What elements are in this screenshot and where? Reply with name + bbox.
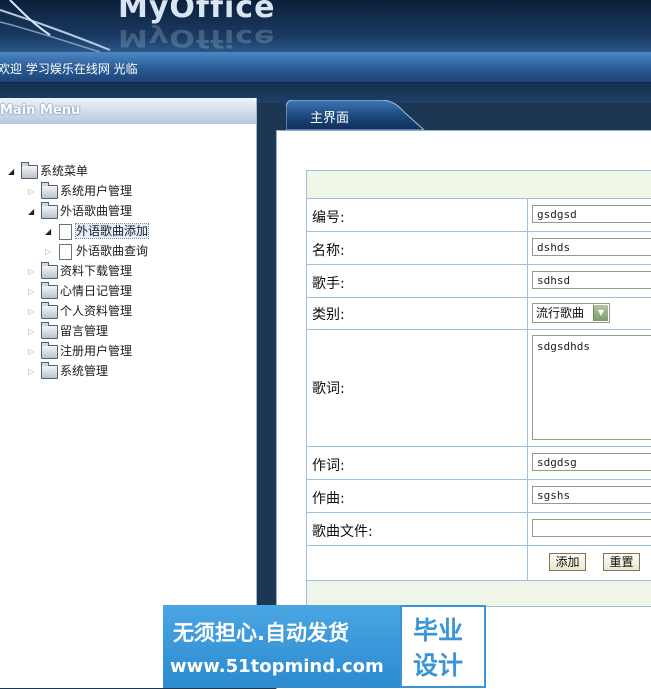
watermark-brand-line1: 毕业	[413, 616, 464, 645]
folder-icon	[41, 341, 58, 359]
tree-root[interactable]: ◢ 系统菜单	[8, 161, 88, 181]
expand-arrow-icon[interactable]: ▷	[45, 243, 53, 261]
number-label: 编号:	[312, 210, 345, 226]
number-input[interactable]: gsdgsd	[532, 205, 651, 223]
singer-label: 歌手:	[312, 276, 345, 292]
chevron-down-icon[interactable]: ▼	[593, 305, 608, 321]
watermark-slogan: 无须担心.自动发货	[173, 621, 349, 645]
folder-icon	[41, 281, 58, 299]
form-footer-strip	[307, 580, 651, 606]
lyricist-input[interactable]: sdgdsg	[532, 453, 651, 471]
file-label: 歌曲文件:	[312, 524, 373, 540]
folder-icon	[41, 201, 58, 219]
app-logo: MyOffice	[118, 0, 276, 25]
lyrics-textarea[interactable]: sdgsdhds	[532, 335, 651, 440]
category-label: 类别:	[312, 307, 345, 323]
sidebar-item-system-users[interactable]: ▷ 系统用户管理	[28, 181, 132, 201]
category-select[interactable]: 流行歌曲 ▼	[532, 303, 610, 323]
collapse-arrow-icon[interactable]: ◢	[45, 223, 53, 241]
folder-icon	[41, 321, 58, 339]
app-header: MyOffice MyOffice	[0, 0, 651, 52]
expand-arrow-icon[interactable]: ▷	[28, 183, 36, 201]
name-label: 名称:	[312, 243, 345, 259]
sidebar: Main Menu ◢ 系统菜单 ▷ 系统用户管理 ◢ 外语歌曲管理 ◢ 外语歌曲添加 …	[0, 98, 257, 688]
watermark-brand-line2: 设计	[413, 651, 464, 680]
collapse-arrow-icon[interactable]: ◢	[28, 203, 36, 221]
lyricist-label: 作词:	[312, 458, 345, 474]
app-logo-reflection: MyOffice	[118, 23, 276, 52]
expand-arrow-icon[interactable]: ▷	[28, 323, 36, 341]
expand-arrow-icon[interactable]: ▷	[28, 343, 36, 361]
collapse-arrow-icon[interactable]: ◢	[8, 163, 16, 181]
sidebar-item-foreign-songs[interactable]: ◢ 外语歌曲管理	[28, 201, 132, 221]
name-input[interactable]: dshds	[532, 238, 651, 256]
sidebar-item-diary[interactable]: ▷ 心情日记管理	[28, 281, 132, 301]
folder-icon	[41, 301, 58, 319]
composer-label: 作曲:	[312, 491, 345, 507]
reset-button[interactable]: 重置	[603, 553, 640, 571]
expand-arrow-icon[interactable]: ▷	[28, 263, 36, 281]
folder-icon	[41, 361, 58, 379]
folder-icon	[41, 261, 58, 279]
tab-main[interactable]: 主界面	[310, 107, 349, 126]
file-input[interactable]	[532, 519, 651, 537]
folder-icon	[41, 181, 58, 199]
expand-arrow-icon[interactable]: ▷	[28, 363, 36, 381]
sidebar-item-downloads[interactable]: ▷ 资料下载管理	[28, 261, 132, 281]
tab-main-shape[interactable]	[286, 100, 431, 130]
composer-input[interactable]: sgshs	[532, 486, 651, 504]
document-icon	[59, 243, 72, 260]
sidebar-title: Main Menu	[0, 98, 256, 124]
lyrics-label: 歌词:	[312, 381, 345, 397]
sidebar-item-system-admin[interactable]: ▷ 系统管理	[28, 361, 108, 381]
logo-swoosh-icon	[0, 0, 111, 52]
watermark-url: www.51topmind.com	[170, 656, 384, 677]
document-icon	[59, 223, 72, 240]
form-header-strip	[307, 171, 651, 198]
sidebar-item-registered-users[interactable]: ▷ 注册用户管理	[28, 341, 132, 361]
sidebar-item-add-song[interactable]: ◢ 外语歌曲添加	[45, 222, 150, 241]
sidebar-item-query-song[interactable]: ▷ 外语歌曲查询	[45, 242, 148, 260]
folder-icon	[21, 161, 38, 179]
welcome-bar: 欢迎 学习娱乐在线网 光临	[0, 52, 651, 83]
category-value: 流行歌曲	[536, 306, 585, 320]
sidebar-item-messages[interactable]: ▷ 留言管理	[28, 321, 108, 341]
expand-arrow-icon[interactable]: ▷	[28, 283, 36, 301]
form-row-actions	[307, 545, 651, 581]
add-button[interactable]: 添加	[549, 553, 586, 571]
welcome-text: 欢迎 学习娱乐在线网 光临	[0, 62, 138, 76]
sidebar-item-profile[interactable]: ▷ 个人资料管理	[28, 301, 132, 321]
singer-input[interactable]: sdhsd	[532, 271, 651, 289]
expand-arrow-icon[interactable]: ▷	[28, 303, 36, 321]
